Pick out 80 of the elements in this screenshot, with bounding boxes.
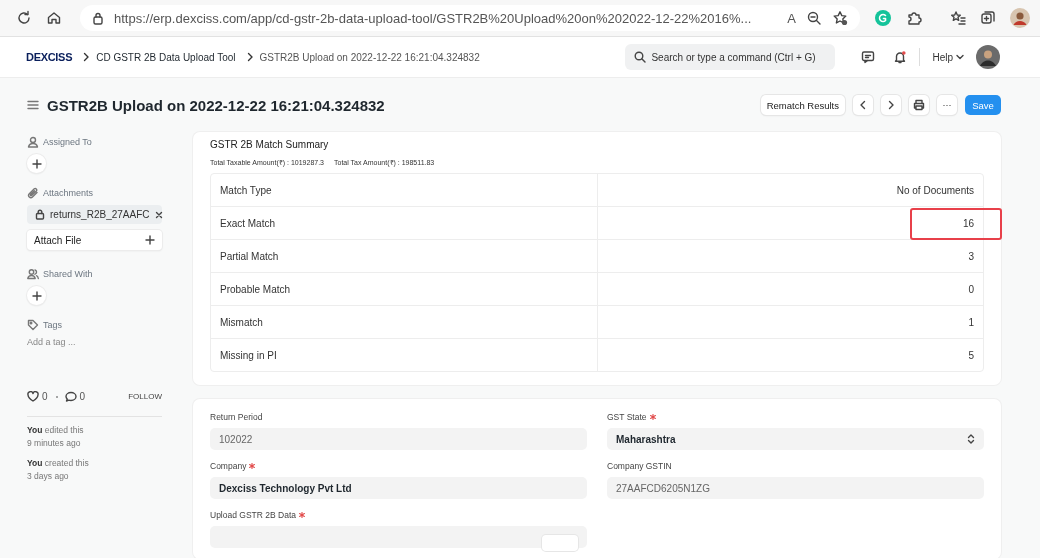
reload-icon[interactable]	[16, 10, 32, 26]
breadcrumb-link[interactable]: CD GSTR 2B Data Upload Tool	[96, 51, 236, 63]
lock-icon	[92, 11, 104, 25]
star-plus-icon[interactable]	[832, 10, 848, 26]
people-icon	[27, 268, 39, 280]
table-cell-text: Exact Match	[219, 216, 277, 231]
search-field[interactable]: Search or type a command (Ctrl + G)	[625, 44, 836, 70]
rematch-results-button[interactable]: Rematch Results	[760, 95, 845, 115]
field-label: Company GSTIN	[607, 461, 672, 471]
section-label: Tags	[43, 320, 62, 330]
bell-icon[interactable]	[893, 50, 908, 64]
puzzle-icon[interactable]	[906, 10, 922, 26]
comment-count: 0	[79, 391, 86, 402]
collections-icon[interactable]	[980, 10, 996, 26]
comment-icon[interactable]	[64, 391, 77, 402]
person-icon	[27, 136, 39, 148]
print-button[interactable]	[909, 95, 929, 115]
input-field[interactable]: 102022	[210, 428, 587, 450]
printer-icon	[913, 99, 925, 111]
field-label: Return Period	[210, 412, 263, 422]
heart-icon[interactable]	[27, 391, 39, 402]
follow-link[interactable]: FOLLOW	[128, 392, 162, 401]
table-cell-text: Partial Match	[219, 249, 280, 264]
page-title: GSTR2B Upload on 2022-12-22 16:21:04.324832	[47, 96, 385, 114]
activity-text: You edited this	[27, 425, 85, 435]
help-menu[interactable]: Help	[926, 51, 970, 63]
home-icon[interactable]	[46, 10, 62, 26]
lock-icon	[35, 209, 45, 220]
chevron-right-icon	[887, 100, 895, 110]
field-label: GST State	[607, 412, 647, 422]
activity-time: 9 minutes ago	[27, 438, 82, 448]
favorites-icon[interactable]	[950, 10, 966, 26]
section-title: GSTR 2B Match Summary	[210, 139, 330, 150]
column-header: Match Type	[219, 183, 273, 198]
chat-icon[interactable]	[861, 50, 876, 64]
chevron-right-icon	[82, 52, 91, 62]
updown-icon	[967, 434, 975, 444]
plus-icon	[31, 290, 42, 301]
activity-text: You created this	[27, 458, 90, 468]
table-cell-text: Mismatch	[219, 315, 264, 330]
menu-icon[interactable]	[27, 100, 39, 110]
plus-icon	[31, 158, 42, 169]
plus-icon	[145, 235, 155, 245]
add-assignee-button[interactable]	[27, 154, 46, 173]
select-field[interactable]: Maharashtra	[607, 428, 984, 450]
column-header: No of Documents	[597, 174, 983, 206]
attach-file-button[interactable]: Attach File	[27, 230, 162, 250]
field-label: Upload GSTR 2B Data	[210, 510, 296, 520]
caret-icon	[956, 54, 964, 60]
activity-time: 3 days ago	[27, 471, 70, 481]
search-icon	[634, 51, 647, 63]
avatar-icon[interactable]	[976, 45, 1000, 69]
add-tag-link[interactable]: Add a tag ...	[27, 337, 162, 347]
table-cell: 5	[597, 339, 983, 371]
read-aloud-button[interactable]: A	[787, 10, 796, 26]
input-field[interactable]: 27AAFCD6205N1ZG	[607, 477, 984, 499]
input-field[interactable]: Dexciss Technology Pvt Ltd	[210, 477, 587, 499]
add-share-button[interactable]	[27, 286, 46, 305]
logo[interactable]: DEXCISS	[26, 51, 73, 63]
table-cell: 1	[597, 306, 983, 338]
close-icon[interactable]	[154, 210, 163, 219]
paperclip-icon	[27, 187, 39, 199]
table-cell: 16	[597, 207, 983, 239]
address-bar[interactable]: https://erp.dexciss.com/app/cd-gstr-2b-data-upload-tool/GSTR2B%20Upload%20on%202022-12-22%2016%... A	[80, 5, 860, 31]
like-count: 0	[42, 391, 48, 402]
attachment-chip[interactable]: returns_R2B_27AAFC	[27, 205, 162, 224]
field-label: Company	[210, 461, 247, 471]
table-cell: 0	[597, 273, 983, 305]
breadcrumb-link[interactable]: GSTR2B Upload on 2022-12-22 16:21:04.324832	[259, 51, 480, 63]
zoom-out-icon[interactable]	[806, 10, 822, 26]
table-cell: 3	[597, 240, 983, 272]
more-button[interactable]: ···	[937, 95, 957, 115]
table-cell-text: Missing in PI	[219, 348, 278, 363]
section-label: Assigned To	[43, 137, 92, 147]
section-label: Shared With	[43, 269, 93, 279]
chevron-right-icon	[245, 52, 254, 62]
section-label: Attachments	[43, 188, 94, 198]
chevron-left-icon	[859, 100, 867, 110]
table-cell-text: Probable Match	[219, 282, 292, 297]
tag-icon	[27, 319, 39, 331]
